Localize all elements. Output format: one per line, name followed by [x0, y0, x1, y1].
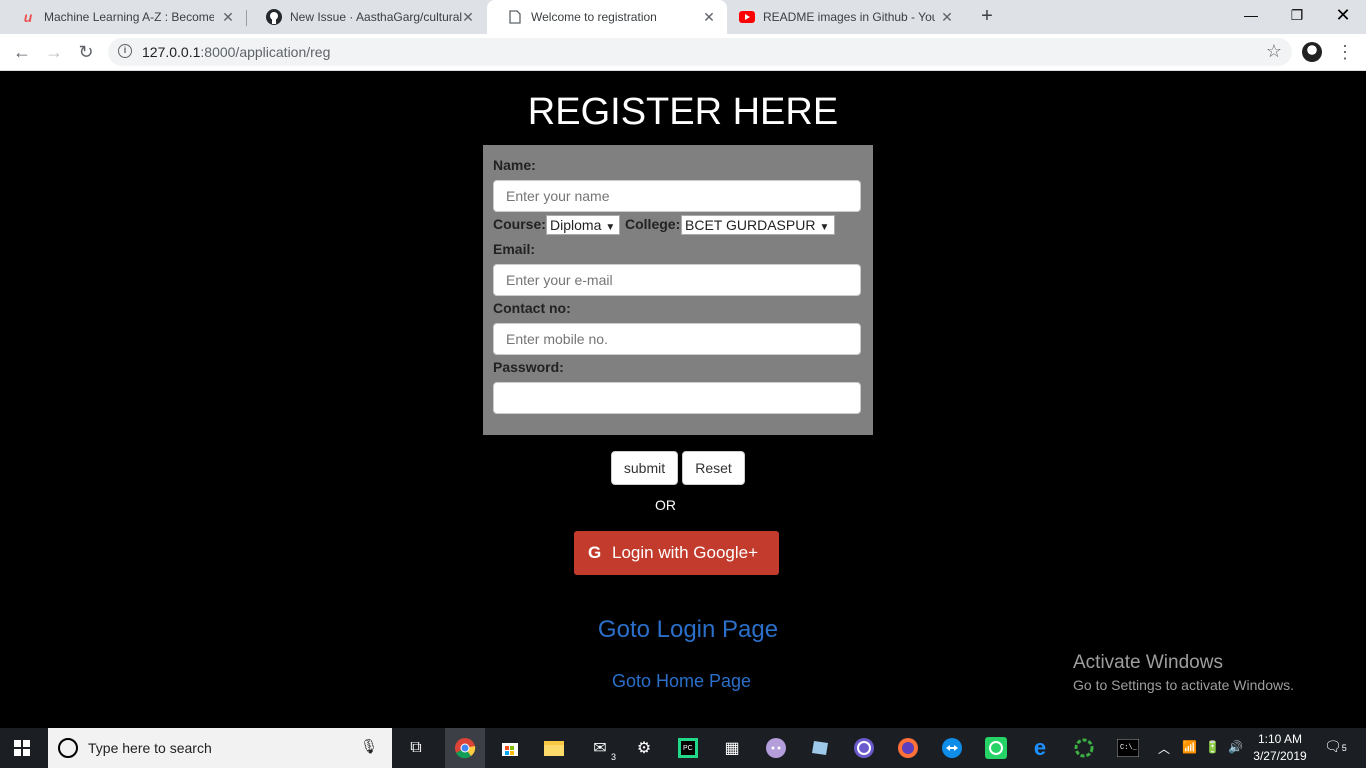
forward-arrow-icon[interactable]: → [42, 40, 66, 64]
close-tab-icon[interactable]: ✕ [701, 9, 717, 25]
settings-gear-icon[interactable]: ⚙ [630, 734, 658, 762]
browser-toolbar: ← → ↻ i 127.0.0.1:8000/application/reg ☆ [0, 34, 1366, 71]
cat-app-icon[interactable] [762, 734, 790, 762]
password-input[interactable] [493, 382, 861, 414]
notification-count: 5 [1341, 743, 1347, 753]
windows-start-icon[interactable] [14, 740, 30, 756]
college-select[interactable]: BCET GURDASPUR ▼ [681, 215, 835, 235]
task-view-icon[interactable]: ⧉ [402, 734, 430, 762]
password-label: Password: [493, 359, 564, 375]
info-icon[interactable]: i [118, 44, 132, 58]
chrome-icon[interactable] [445, 728, 485, 768]
or-separator: OR [655, 497, 676, 513]
google-icon: G [588, 543, 602, 562]
college-select-value: BCET GURDASPUR [685, 217, 816, 233]
volume-icon[interactable]: 🔊 [1228, 740, 1243, 754]
calculator-icon[interactable]: ▦ [718, 734, 746, 762]
pycharm-icon[interactable]: PC [674, 734, 702, 762]
chrome-menu-icon[interactable]: ⋮ [1336, 40, 1354, 64]
battery-icon[interactable]: 🔋 [1205, 740, 1220, 754]
close-tab-icon[interactable]: ✕ [460, 9, 476, 25]
edge-icon[interactable]: e [1026, 734, 1054, 762]
restore-icon[interactable]: ❐ [1274, 0, 1320, 30]
whatsapp-icon[interactable] [982, 734, 1010, 762]
name-label: Name: [493, 157, 536, 173]
clock-time: 1:10 AM [1257, 732, 1303, 746]
mail-badge: 3 [610, 752, 616, 762]
tab-strip: u Machine Learning A-Z : Become I ✕ New … [0, 0, 1366, 34]
close-tab-icon[interactable]: ✕ [220, 9, 236, 25]
url-text[interactable]: 127.0.0.1:8000/application/reg [142, 44, 330, 60]
page-title: REGISTER HERE [527, 91, 839, 133]
contact-input[interactable] [493, 323, 861, 355]
contact-label: Contact no: [493, 300, 571, 316]
store-icon[interactable] [496, 734, 524, 762]
tab-title: New Issue · AasthaGarg/cultural- [290, 10, 462, 24]
action-center-icon[interactable]: 🗨5 [1324, 738, 1347, 755]
close-tab-icon[interactable]: ✕ [939, 9, 955, 25]
microphone-icon[interactable]: 🎙 [360, 738, 378, 755]
watermark-subtitle: Go to Settings to activate Windows. [1073, 677, 1294, 693]
teamviewer-icon[interactable] [938, 734, 966, 762]
firefox-icon[interactable] [894, 734, 922, 762]
windows-taskbar: Type here to search 🎙 ⧉ ✉ 3 ⚙ PC ▦ e C:\_… [0, 728, 1366, 768]
tab-readme-youtube[interactable]: README images in Github - YouT ✕ [727, 0, 965, 34]
goto-login-link[interactable]: Goto Login Page [0, 616, 1366, 644]
url-host: 127.0.0.1 [142, 44, 201, 60]
wifi-icon[interactable]: 📶 [1182, 740, 1197, 754]
registration-form: Name: Course: Diploma▼ College: BCET GUR… [483, 145, 873, 435]
email-input[interactable] [493, 264, 861, 296]
bookmark-star-icon[interactable]: ☆ [1266, 41, 1282, 62]
youtube-icon [739, 9, 755, 25]
course-select[interactable]: Diploma ▼ [546, 215, 620, 235]
search-placeholder: Type here to search [88, 740, 212, 756]
mail-icon[interactable]: ✉ 3 [586, 734, 616, 762]
taskbar-search-box[interactable]: Type here to search 🎙 [48, 728, 392, 768]
svg-text:PC: PC [683, 745, 693, 752]
name-input[interactable] [493, 180, 861, 212]
tab-new-issue[interactable]: New Issue · AasthaGarg/cultural- ✕ [246, 0, 486, 34]
new-tab-plus-icon[interactable]: + [976, 6, 998, 28]
tab-title: Welcome to registration [531, 10, 657, 24]
terminal-icon[interactable]: C:\_ [1114, 734, 1142, 762]
clock-date: 3/27/2019 [1253, 749, 1307, 763]
course-select-value: Diploma [550, 217, 602, 233]
google-login-label: Login with Google+ [612, 543, 759, 562]
github-icon [266, 9, 282, 25]
sticky-notes-icon[interactable] [806, 734, 834, 762]
system-clock[interactable]: 1:10 AM 3/27/2019 [1250, 731, 1310, 765]
watermark-title: Activate Windows [1073, 652, 1223, 673]
close-window-icon[interactable]: ✕ [1320, 0, 1366, 30]
tab-title: README images in Github - YouT [763, 10, 935, 24]
page-content: REGISTER HERE Name: Course: Diploma▼ Col… [0, 71, 1366, 728]
reset-button[interactable]: Reset [682, 451, 745, 485]
page-icon [507, 9, 523, 25]
file-explorer-icon[interactable] [540, 734, 568, 762]
loading-app-icon[interactable] [1070, 734, 1098, 762]
udemy-icon: u [23, 9, 33, 25]
course-label: Course: [493, 216, 546, 232]
tab-machine-learning[interactable]: u Machine Learning A-Z : Become I ✕ [0, 0, 246, 34]
tab-title: Machine Learning A-Z : Become I [44, 10, 214, 24]
submit-button[interactable]: submit [611, 451, 678, 485]
tab-welcome-registration[interactable]: Welcome to registration ✕ [487, 0, 727, 34]
minimize-icon[interactable]: — [1228, 0, 1274, 30]
email-label: Email: [493, 241, 536, 257]
dropdown-arrow-icon: ▼ [605, 222, 616, 233]
svg-text:C:\_: C:\_ [1120, 744, 1138, 752]
bittorrent-icon[interactable] [850, 734, 878, 762]
dropdown-arrow-icon: ▼ [819, 222, 830, 233]
cortana-icon [58, 738, 78, 758]
college-label: College: [625, 216, 681, 232]
back-arrow-icon[interactable]: ← [10, 40, 34, 64]
reload-icon[interactable]: ↻ [74, 40, 98, 64]
show-hidden-icons-icon[interactable]: ︿ [1158, 740, 1170, 757]
google-login-button[interactable]: G Login with Google+ [574, 531, 779, 575]
url-path: :8000/application/reg [200, 44, 331, 60]
activate-windows-watermark: Activate Windows Go to Settings to activ… [1073, 652, 1294, 693]
address-bar[interactable]: i 127.0.0.1:8000/application/reg ☆ [108, 38, 1292, 66]
profile-avatar[interactable] [1302, 42, 1322, 62]
